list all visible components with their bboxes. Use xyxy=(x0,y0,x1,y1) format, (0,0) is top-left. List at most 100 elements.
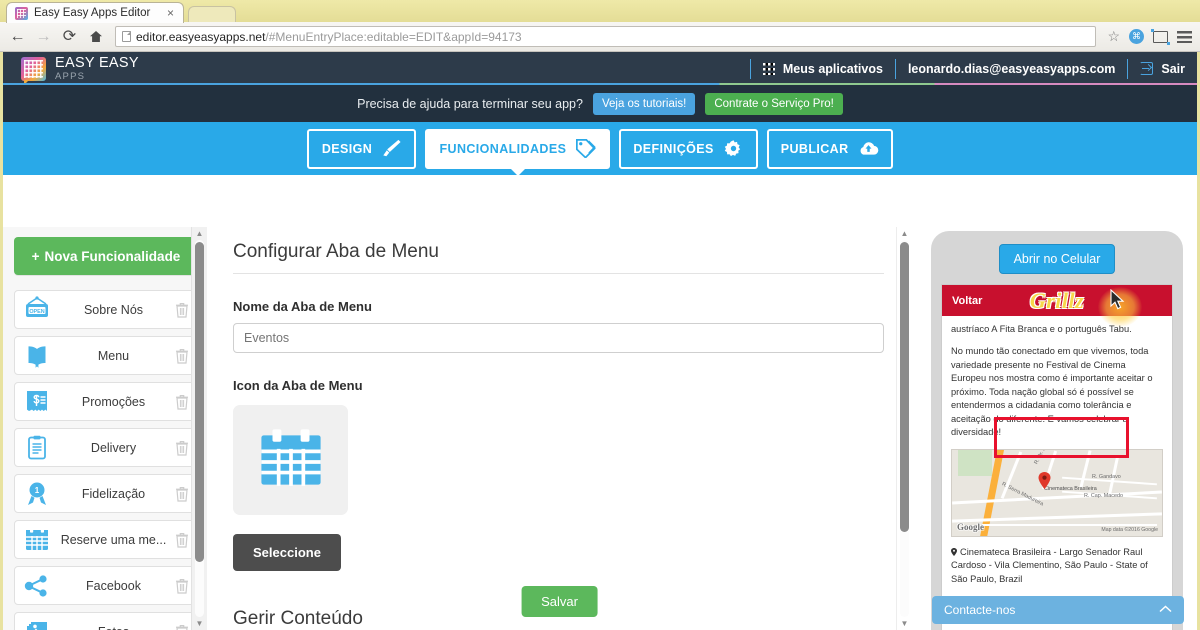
address-bar[interactable]: editor.easyeasyapps.net/#MenuEntryPlace:… xyxy=(115,26,1096,47)
sidebar-scrollbar[interactable]: ▲ ▼ xyxy=(191,227,207,630)
promo-text: Precisa de ajuda para terminar seu app? xyxy=(357,97,583,111)
chevron-up-icon[interactable] xyxy=(1159,604,1172,616)
back-button[interactable]: Voltar xyxy=(952,295,982,307)
clipboard-icon xyxy=(22,434,52,462)
reload-icon[interactable]: ⟳ xyxy=(60,27,79,46)
menu-tab-name-input[interactable] xyxy=(233,323,884,353)
app-viewport: EASY EASY APPS Meus aplicativos leonardo… xyxy=(0,52,1200,630)
sidebar-item-facebook[interactable]: Facebook xyxy=(14,566,198,605)
url-host: editor.easyeasyapps.net xyxy=(136,30,265,44)
trash-icon[interactable] xyxy=(175,578,189,594)
trash-icon[interactable] xyxy=(175,486,189,502)
location-map[interactable]: R. Dr. Mário Cardim R. Gandavo R. Cap. M… xyxy=(951,449,1163,537)
map-label: R. Gandavo xyxy=(1092,474,1121,480)
sidebar-item-fidelizacao[interactable]: 1 Fidelização xyxy=(14,474,198,513)
sidebar-item-menu[interactable]: Menu xyxy=(14,336,198,375)
select-icon-button[interactable]: Seleccione xyxy=(233,534,341,571)
photos-icon xyxy=(22,618,52,630)
phone-screen: Voltar Grillz austríaco A Fita Branca e … xyxy=(941,284,1173,630)
main-panel: Configurar Aba de Menu Nome da Aba de Me… xyxy=(207,227,912,630)
sidebar-item-label: Delivery xyxy=(56,441,171,455)
scroll-down-icon[interactable]: ▼ xyxy=(897,617,912,630)
save-button[interactable]: Salvar xyxy=(521,586,598,617)
page-title: Configurar Aba de Menu xyxy=(233,241,884,274)
browser-tab-strip: Easy Easy Apps Editor × xyxy=(0,0,1200,22)
app-logo-text: Grillz xyxy=(1030,288,1084,314)
tab-design[interactable]: DESIGN xyxy=(307,129,416,169)
browser-menu-icon[interactable] xyxy=(1177,31,1192,43)
icon-preview-box[interactable] xyxy=(233,405,348,515)
phone-preview-panel: Abrir no Celular Voltar Grillz austríaco… xyxy=(912,227,1197,630)
close-icon[interactable]: × xyxy=(164,7,177,19)
paragraph-1: austríaco A Fita Branca e o português Ta… xyxy=(951,323,1163,336)
sidebar-item-fotos[interactable]: Fotos xyxy=(14,612,198,630)
trash-icon[interactable] xyxy=(175,624,189,630)
name-field-label: Nome da Aba de Menu xyxy=(233,299,884,314)
my-apps-label: Meus aplicativos xyxy=(783,62,883,76)
scrollbar-thumb[interactable] xyxy=(195,242,204,562)
address-text: Cinemateca Brasileira - Largo Senador Ra… xyxy=(951,547,1148,584)
map-pin-icon xyxy=(1038,472,1051,489)
my-apps-link[interactable]: Meus aplicativos xyxy=(763,62,883,76)
url-text: editor.easyeasyapps.net/#MenuEntryPlace:… xyxy=(136,30,522,44)
scroll-up-icon[interactable]: ▲ xyxy=(897,227,912,240)
scroll-up-icon[interactable]: ▲ xyxy=(192,227,207,240)
cloud-upload-icon xyxy=(858,139,879,158)
receipt-dollar-icon xyxy=(22,388,52,416)
tutorials-button[interactable]: Veja os tutoriais! xyxy=(593,93,695,115)
browser-toolbar: ← → ⟳ editor.easyeasyapps.net/#MenuEntry… xyxy=(0,22,1200,52)
brand-name: EASY EASY xyxy=(55,56,139,71)
new-feature-label: Nova Funcionalidade xyxy=(45,249,181,264)
svg-text:1: 1 xyxy=(35,486,40,495)
sidebar-item-label: Promoções xyxy=(56,395,171,409)
new-feature-button[interactable]: + Nova Funcionalidade xyxy=(14,237,198,275)
sidebar-item-label: Menu xyxy=(56,349,171,363)
sidebar-item-label: Sobre Nós xyxy=(56,303,171,317)
trash-icon[interactable] xyxy=(175,394,189,410)
share-nodes-icon xyxy=(22,572,52,600)
home-icon[interactable] xyxy=(86,27,105,46)
sidebar-item-promocoes[interactable]: Promoções xyxy=(14,382,198,421)
sidebar-item-reserve-mesa[interactable]: Reserve uma me... xyxy=(14,520,198,559)
open-on-mobile-button[interactable]: Abrir no Celular xyxy=(999,244,1116,274)
pro-service-button[interactable]: Contrate o Serviço Pro! xyxy=(705,93,843,115)
tab-publicar[interactable]: PUBLICAR xyxy=(767,129,893,169)
trash-icon[interactable] xyxy=(175,440,189,456)
main-scrollbar[interactable]: ▲ ▼ xyxy=(896,227,912,630)
map-road xyxy=(1079,450,1091,487)
favicon-icon xyxy=(15,7,28,20)
logout-button[interactable]: Sair xyxy=(1140,62,1185,76)
features-sidebar: + Nova Funcionalidade OPEN Sobre Nós xyxy=(3,227,207,630)
sidebar-item-delivery[interactable]: Delivery xyxy=(14,428,198,467)
trash-icon[interactable] xyxy=(175,532,189,548)
browser-tab-title: Easy Easy Apps Editor xyxy=(34,7,158,19)
open-mobile-row: Abrir no Celular xyxy=(941,240,1173,274)
forward-icon[interactable]: → xyxy=(34,27,53,46)
scrollbar-thumb[interactable] xyxy=(900,242,909,532)
account-email[interactable]: leonardo.dias@easyeasyapps.com xyxy=(908,62,1115,76)
tab-funcionalidades[interactable]: FUNCIONALIDADES xyxy=(425,129,610,169)
google-watermark: Google xyxy=(957,522,984,532)
tab-definicoes[interactable]: DEFINIÇÕES xyxy=(619,129,757,169)
new-tab-button[interactable] xyxy=(188,6,236,22)
logout-label: Sair xyxy=(1161,62,1185,76)
tab-publicar-label: PUBLICAR xyxy=(781,142,849,156)
contact-us-bar[interactable]: Contacte-nos xyxy=(932,596,1184,624)
icon-field-label: Icon da Aba de Menu xyxy=(233,378,884,393)
browser-tab[interactable]: Easy Easy Apps Editor × xyxy=(6,2,184,23)
sidebar-item-sobre-nos[interactable]: OPEN Sobre Nós xyxy=(14,290,198,329)
sidebar-item-label: Fidelização xyxy=(56,487,171,501)
toolbar-icons: ☆ ⌘ xyxy=(1103,28,1192,45)
extension-icon[interactable]: ⌘ xyxy=(1129,29,1144,44)
trash-icon[interactable] xyxy=(175,302,189,318)
back-icon[interactable]: ← xyxy=(8,27,27,46)
paintbrush-icon xyxy=(381,139,402,158)
phone-frame: Abrir no Celular Voltar Grillz austríaco… xyxy=(931,231,1183,630)
trash-icon[interactable] xyxy=(175,348,189,364)
scroll-down-icon[interactable]: ▼ xyxy=(192,617,207,630)
map-label: R. Dr. Mário Cardim xyxy=(1033,449,1061,465)
phone-content: austríaco A Fita Branca e o português Ta… xyxy=(942,316,1172,586)
bookmark-star-icon[interactable]: ☆ xyxy=(1107,28,1120,45)
brand-logo-block[interactable]: EASY EASY APPS xyxy=(21,56,139,82)
cast-icon[interactable] xyxy=(1153,31,1168,43)
